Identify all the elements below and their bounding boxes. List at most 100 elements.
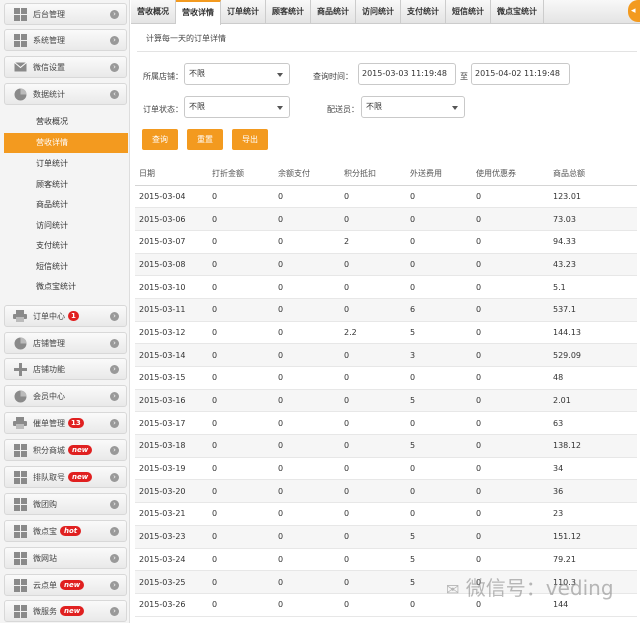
column-header-date: 日期: [135, 163, 212, 186]
table-cell: 0: [278, 298, 344, 322]
side-toggle-icon[interactable]: ◂: [628, 0, 640, 22]
table-cell: 529.09: [553, 343, 637, 367]
table-cell: 0: [476, 298, 553, 322]
new-badge: new: [68, 445, 93, 455]
expand-icon[interactable]: ›: [110, 63, 119, 72]
table-cell: 2015-03-21: [135, 502, 212, 526]
expand-icon[interactable]: ›: [110, 500, 119, 509]
tab-revenue-overview[interactable]: 营收概况: [131, 0, 176, 24]
table-cell: 0: [344, 593, 410, 617]
tab-order-stats[interactable]: 订单统计: [221, 0, 266, 24]
sidebar-item-group-buy[interactable]: 微团购 ›: [4, 493, 127, 515]
export-button[interactable]: 导出: [232, 129, 268, 150]
expand-icon[interactable]: ›: [110, 392, 119, 401]
tab-weidianbao-stats[interactable]: 微点宝统计: [491, 0, 544, 24]
sidebar-item-queue[interactable]: 排队取号 new ›: [4, 466, 127, 488]
sidebar-subitem-product-stats[interactable]: 商品统计: [0, 195, 130, 215]
start-time-input[interactable]: 2015-03-03 11:19:48: [358, 63, 456, 85]
tab-customer-stats[interactable]: 顾客统计: [266, 0, 311, 24]
expand-icon[interactable]: ›: [110, 10, 119, 19]
order-status-label: 订单状态：: [143, 105, 183, 114]
table-cell: 2015-03-10: [135, 275, 212, 299]
sidebar-item-admin[interactable]: 后台管理 ›: [4, 3, 127, 25]
sidebar-item-orders[interactable]: 订单中心 1 ›: [4, 305, 127, 327]
table-cell: 0: [410, 366, 476, 390]
expand-icon[interactable]: ›: [110, 312, 119, 321]
sidebar-subitem-revenue-overview[interactable]: 营收概况: [0, 112, 130, 132]
tab-product-stats[interactable]: 商品统计: [311, 0, 356, 24]
table-cell: 0: [476, 389, 553, 413]
sidebar-subitem-order-stats[interactable]: 订单统计: [0, 154, 130, 174]
expand-icon[interactable]: ›: [110, 446, 119, 455]
pie-chart-icon: [13, 336, 27, 350]
table-cell: 23: [553, 502, 637, 526]
expand-icon[interactable]: ›: [110, 527, 119, 536]
table-cell: 0: [476, 411, 553, 436]
table-row: 2015-03-08 0 0 0 0 0 43.23: [135, 253, 637, 277]
table-cell: 0: [278, 434, 344, 458]
sidebar-subitem-visit-stats[interactable]: 访问统计: [0, 216, 130, 236]
tab-payment-stats[interactable]: 支付统计: [401, 0, 446, 24]
store-select-value: 不限: [189, 69, 205, 78]
expand-icon[interactable]: ›: [110, 36, 119, 45]
table-cell: 0: [476, 253, 553, 277]
sidebar-item-system[interactable]: 系统管理 ›: [4, 29, 127, 51]
reset-button[interactable]: 重置: [187, 129, 223, 150]
sidebar-item-member-center[interactable]: 会员中心 ›: [4, 385, 127, 407]
sidebar-item-label: 云点单: [33, 580, 57, 590]
sidebar-item-micro-site[interactable]: 微网站 ›: [4, 547, 127, 569]
table-cell: 537.1: [553, 298, 637, 322]
divider: [137, 51, 637, 52]
expand-icon[interactable]: ›: [110, 554, 119, 563]
expand-icon[interactable]: ›: [110, 339, 119, 348]
order-status-select[interactable]: 不限: [184, 96, 290, 118]
courier-select-value: 不限: [366, 102, 382, 111]
tab-visit-stats[interactable]: 访问统计: [356, 0, 401, 24]
query-button[interactable]: 查询: [142, 129, 178, 150]
sidebar-item-label: 会员中心: [33, 391, 65, 401]
expand-icon[interactable]: ›: [110, 365, 119, 374]
tab-sms-stats[interactable]: 短信统计: [446, 0, 491, 24]
table-cell: 0: [278, 389, 344, 413]
table-cell: 94.33: [553, 230, 637, 254]
hot-badge: hot: [60, 526, 82, 536]
chevron-down-icon: [277, 106, 283, 110]
table-cell: 0: [212, 298, 278, 322]
sidebar-item-cloud-order[interactable]: 云点单 new ›: [4, 574, 127, 596]
column-header-delivery-fee: 外送费用: [410, 163, 476, 186]
table-cell: 0: [212, 321, 278, 345]
table-cell: 0: [476, 457, 553, 481]
table-cell: 2015-03-12: [135, 321, 212, 345]
store-select[interactable]: 不限: [184, 63, 290, 85]
sidebar-item-store-functions[interactable]: 店铺功能 ›: [4, 358, 127, 380]
courier-select[interactable]: 不限: [361, 96, 465, 118]
table-cell: 0: [278, 502, 344, 526]
table-cell: 5: [410, 548, 476, 572]
sidebar-subitem-customer-stats[interactable]: 顾客统计: [0, 175, 130, 195]
table-cell: 2015-03-23: [135, 525, 212, 549]
table-cell: 6: [410, 298, 476, 322]
column-header-discount: 打折金额: [212, 163, 278, 186]
sidebar-subitem-payment-stats[interactable]: 支付统计: [0, 236, 130, 256]
sidebar-subitem-weidianbao-stats[interactable]: 微点宝统计: [0, 277, 130, 297]
collapse-icon[interactable]: ‹: [110, 90, 119, 99]
sidebar-item-reminders[interactable]: 催单管理 13 ›: [4, 412, 127, 434]
sidebar-subitem-sms-stats[interactable]: 短信统计: [0, 257, 130, 277]
table-cell: 0: [212, 366, 278, 390]
sidebar-item-store-management[interactable]: 店铺管理 ›: [4, 332, 127, 354]
table-cell: 0: [410, 502, 476, 526]
sidebar-item-micro-service[interactable]: 微服务 new ›: [4, 600, 127, 622]
table-cell: 0: [410, 185, 476, 209]
expand-icon[interactable]: ›: [110, 419, 119, 428]
sidebar-item-statistics[interactable]: 数据统计 ‹: [4, 83, 127, 105]
sidebar-item-points-mall[interactable]: 积分商城 new ›: [4, 439, 127, 461]
expand-icon[interactable]: ›: [110, 607, 119, 616]
expand-icon[interactable]: ›: [110, 473, 119, 482]
sidebar-item-weidianbao[interactable]: 微点宝 hot ›: [4, 520, 127, 542]
sidebar-subitem-revenue-detail[interactable]: 营收详情: [4, 133, 128, 153]
table-cell: 0: [476, 434, 553, 458]
end-time-input[interactable]: 2015-04-02 11:19:48: [471, 63, 570, 85]
expand-icon[interactable]: ›: [110, 581, 119, 590]
tab-revenue-detail[interactable]: 营收详情: [176, 0, 221, 25]
sidebar-item-wechat[interactable]: 微信设置 ›: [4, 56, 127, 78]
